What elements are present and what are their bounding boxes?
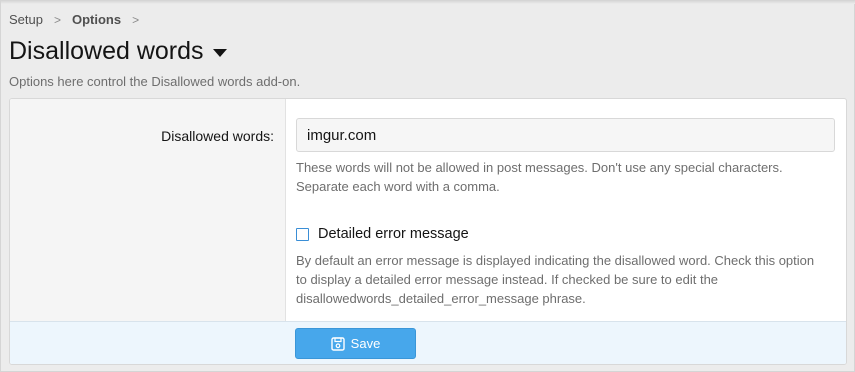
hint-line: By default an error message is displayed… bbox=[296, 253, 815, 268]
hint-line: These words will not be allowed in post … bbox=[296, 160, 783, 175]
form-footer: Save bbox=[10, 321, 846, 364]
page-frame: Setup > Options > Disallowed words Optio… bbox=[0, 0, 855, 372]
page-description: Options here control the Disallowed word… bbox=[9, 74, 301, 89]
top-shadow bbox=[1, 1, 855, 4]
caret-down-icon[interactable] bbox=[212, 49, 227, 57]
page-title: Disallowed words bbox=[9, 37, 204, 65]
breadcrumb: Setup > Options > bbox=[9, 12, 150, 27]
hint-line: disallowedwords_detailed_error_message p… bbox=[296, 291, 586, 306]
hint-line: Separate each word with a comma. bbox=[296, 179, 500, 194]
detailed-error-hint: By default an error message is displayed… bbox=[296, 251, 836, 308]
options-form: Disallowed words: These words will not b… bbox=[9, 98, 847, 365]
detailed-error-option[interactable]: Detailed error message bbox=[296, 226, 469, 242]
disallowed-words-input[interactable] bbox=[296, 118, 835, 152]
floppy-disk-icon bbox=[330, 336, 345, 351]
breadcrumb-item-options[interactable]: Options bbox=[72, 12, 121, 27]
breadcrumb-separator: > bbox=[53, 12, 61, 27]
disallowed-words-hint: These words will not be allowed in post … bbox=[296, 158, 836, 196]
save-button-label: Save bbox=[350, 336, 381, 351]
hint-line: to display a detailed error message inst… bbox=[296, 272, 719, 287]
label-column: Disallowed words: bbox=[10, 99, 286, 321]
breadcrumb-separator: > bbox=[132, 12, 140, 27]
detailed-error-label[interactable]: Detailed error message bbox=[318, 226, 469, 242]
breadcrumb-item-setup[interactable]: Setup bbox=[9, 12, 43, 27]
page-title-menu[interactable]: Disallowed words bbox=[9, 37, 227, 66]
disallowed-words-label: Disallowed words: bbox=[161, 128, 274, 144]
save-button[interactable]: Save bbox=[295, 328, 416, 359]
detailed-error-checkbox[interactable] bbox=[296, 227, 309, 241]
